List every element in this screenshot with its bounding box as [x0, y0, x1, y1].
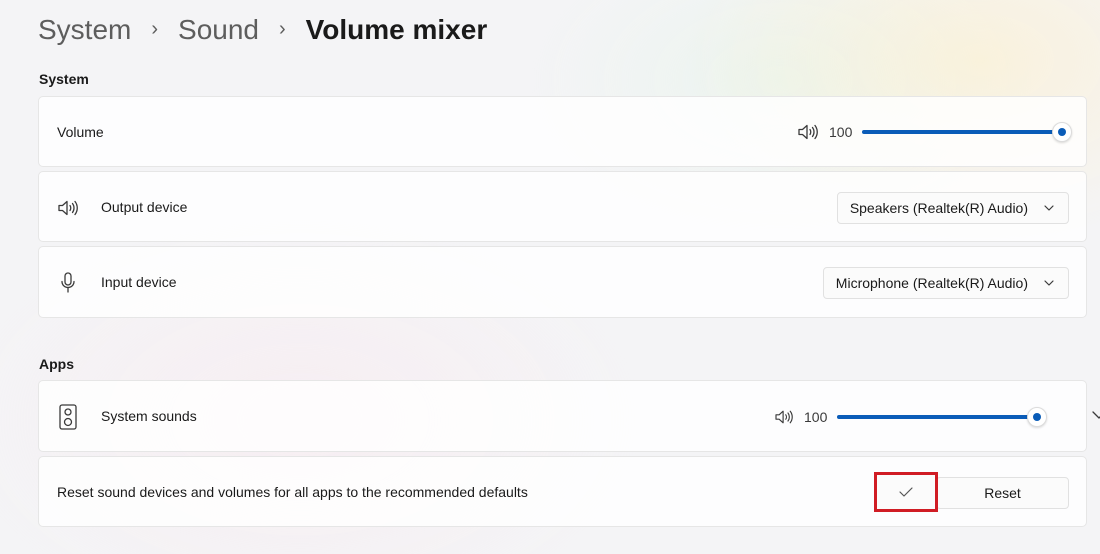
- speaker-icon[interactable]: [797, 123, 819, 141]
- volume-label: Volume: [57, 123, 104, 140]
- checkmark-icon: [899, 487, 913, 497]
- input-device-value: Microphone (Realtek(R) Audio): [835, 275, 1028, 291]
- reset-confirm-checkmark[interactable]: [874, 472, 938, 512]
- breadcrumb: System › Sound › Volume mixer: [38, 12, 487, 48]
- system-sounds-card[interactable]: System sounds 100: [38, 380, 1100, 452]
- output-device-card: Output device Speakers (Realtek(R) Audio…: [38, 171, 1087, 242]
- section-title-system: System: [39, 71, 89, 87]
- reset-description: Reset sound devices and volumes for all …: [57, 483, 528, 500]
- system-sounds-icon: [56, 404, 80, 430]
- input-device-label: Input device: [101, 274, 177, 290]
- breadcrumb-chevron-icon: ›: [279, 17, 286, 40]
- breadcrumb-chevron-icon: ›: [151, 17, 159, 40]
- speaker-icon[interactable]: [774, 409, 794, 425]
- input-device-dropdown[interactable]: Microphone (Realtek(R) Audio): [822, 267, 1069, 299]
- chevron-down-icon: [1044, 280, 1054, 286]
- volume-value: 100: [829, 124, 853, 140]
- system-sounds-slider-thumb[interactable]: [1027, 407, 1048, 427]
- reset-button[interactable]: Reset: [936, 477, 1069, 509]
- system-sounds-value: 100: [804, 409, 828, 425]
- output-device-label: Output device: [101, 198, 188, 215]
- output-device-value: Speakers (Realtek(R) Audio): [849, 200, 1028, 216]
- expand-chevron-icon[interactable]: [1092, 411, 1100, 419]
- volume-slider-track[interactable]: [862, 122, 1073, 142]
- page-title: Volume mixer: [305, 14, 488, 45]
- input-device-card: Input device Microphone (Realtek(R) Audi…: [38, 246, 1087, 318]
- breadcrumb-system[interactable]: System: [38, 14, 131, 46]
- breadcrumb-sound[interactable]: Sound: [178, 14, 259, 46]
- system-sounds-label: System sounds: [101, 408, 197, 424]
- output-device-dropdown[interactable]: Speakers (Realtek(R) Audio): [836, 192, 1069, 224]
- speaker-icon: [56, 196, 80, 220]
- microphone-icon: [56, 271, 80, 295]
- volume-slider-group: 100: [797, 122, 1073, 142]
- system-sounds-slider-group: 100: [774, 407, 1048, 427]
- volume-card: Volume 100: [38, 96, 1087, 167]
- system-sounds-slider-track[interactable]: [837, 407, 1048, 427]
- volume-slider-thumb[interactable]: [1052, 122, 1073, 142]
- chevron-down-icon: [1044, 205, 1054, 211]
- section-title-apps: Apps: [39, 356, 74, 372]
